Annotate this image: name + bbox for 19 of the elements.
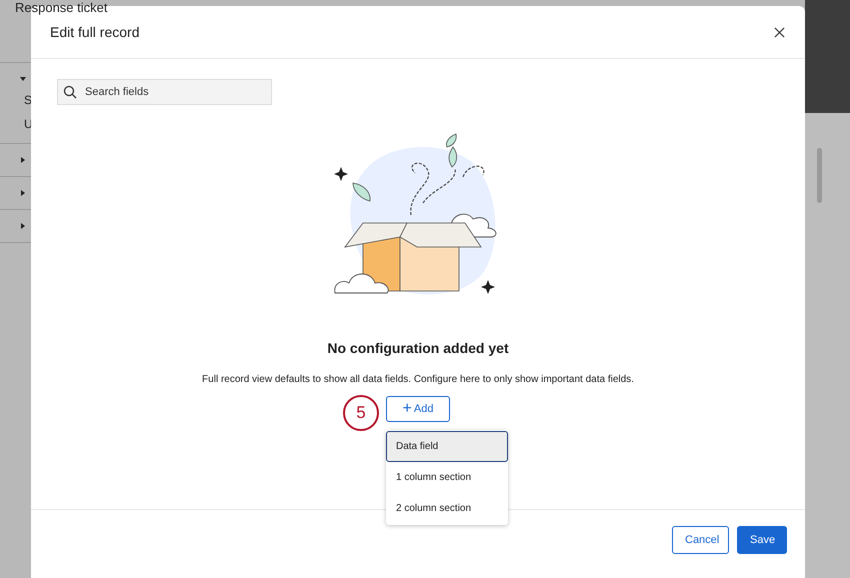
menu-item[interactable]: Data field (386, 431, 508, 462)
menu-item[interactable]: 2 column section (386, 493, 508, 524)
search-field[interactable]: Search fields (57, 79, 272, 105)
close-icon[interactable] (774, 26, 785, 38)
scrollbar[interactable] (817, 148, 822, 203)
add-button[interactable]: +Add (386, 396, 450, 422)
sidebar-item[interactable]: S (19, 93, 31, 107)
dialog-title: Edit full record (50, 24, 140, 40)
empty-state-description: Full record view defaults to show all data fields. Configure here to only show important data fields. (202, 374, 634, 385)
caret-icon[interactable] (19, 222, 27, 230)
save-button[interactable]: Save (737, 526, 787, 554)
caret-icon[interactable] (19, 75, 27, 83)
page-title: Response ticket (15, 0, 108, 15)
caret-icon[interactable] (19, 189, 27, 197)
menu-item[interactable]: 1 column section (386, 462, 508, 493)
search-icon (63, 85, 77, 99)
empty-state-heading: No configuration added yet (327, 340, 509, 356)
caret-icon[interactable] (19, 156, 27, 164)
cancel-button[interactable]: Cancel (672, 526, 729, 554)
